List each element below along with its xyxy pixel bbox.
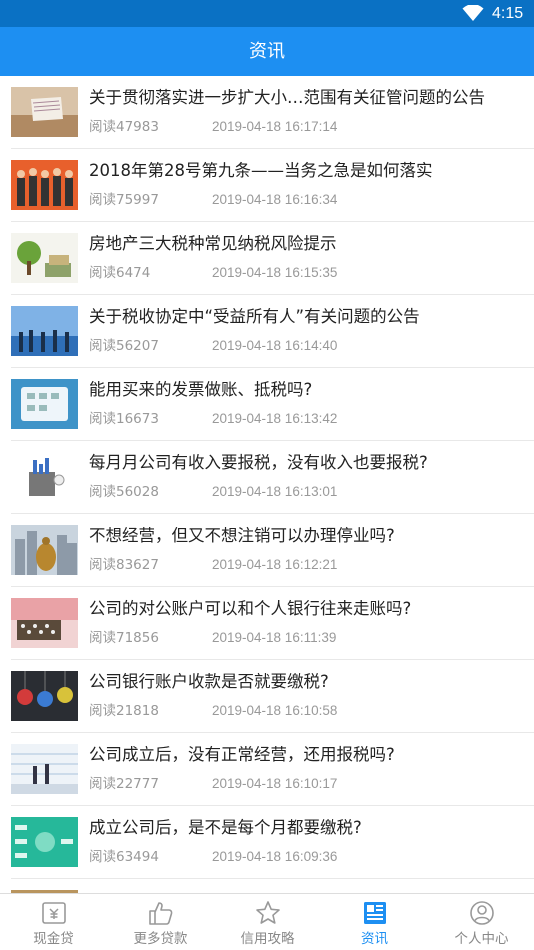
article-date: 2019-04-18 16:10:17 [212,776,338,791]
bottom-tab-bar: 现金贷 更多贷款 信用攻略 资讯 个人中心 [0,893,534,950]
list-item[interactable]: 公司银行账户收款是否就要缴税? 阅读21818 2019-04-18 16:10… [0,660,534,733]
read-count: 阅读56207 [89,338,159,354]
read-count: 阅读6474 [89,265,151,281]
read-count: 阅读83627 [89,557,159,573]
article-title: 房地产三大税种常见纳税风险提示 [89,234,337,253]
tab-cash-loan[interactable]: 现金贷 [0,894,107,950]
read-count: 阅读71856 [89,630,159,646]
read-count: 阅读16673 [89,411,159,427]
read-count: 阅读56028 [89,484,159,500]
read-count: 阅读47983 [89,119,159,135]
page-title: 资讯 [249,41,285,62]
article-title: 公司银行账户收款是否就要缴税? [89,672,329,691]
list-item[interactable]: 关于税收协定中“受益所有人”有关问题的公告 阅读56207 2019-04-18… [0,295,534,368]
app-bar: 资讯 [0,27,534,76]
star-icon [256,901,280,924]
read-count: 阅读63494 [89,849,159,865]
article-date: 2019-04-18 16:10:58 [212,703,338,718]
article-thumbnail [11,744,78,794]
list-item[interactable]: 不想经营，但又不想注销可以办理停业吗? 阅读83627 2019-04-18 1… [0,514,534,587]
status-bar: 4:15 [0,0,534,27]
list-item[interactable]: 公司的对公账户可以和个人银行往来走账吗? 阅读71856 2019-04-18 … [0,587,534,660]
article-title: 能用买来的发票做账、抵税吗? [89,380,313,399]
article-date: 2019-04-18 16:11:39 [212,630,337,645]
article-title: 关于贯彻落实进一步扩大小…范围有关征管问题的公告 [89,88,485,107]
tab-label: 资讯 [361,931,388,947]
thumbs-up-icon [149,902,173,925]
read-count: 阅读22777 [89,776,159,792]
article-date: 2019-04-18 16:09:36 [212,849,338,864]
article-title: 关于税收协定中“受益所有人”有关问题的公告 [89,307,420,326]
tab-credit-guide[interactable]: 信用攻略 [214,894,321,950]
article-date: 2019-04-18 16:12:21 [212,557,338,572]
article-thumbnail [11,452,78,502]
list-item[interactable]: 房地产三大税种常见纳税风险提示 阅读6474 2019-04-18 16:15:… [0,222,534,295]
article-thumbnail [11,598,78,648]
tab-label: 个人中心 [454,931,509,947]
list-item[interactable]: 每月月公司有收入要报税，没有收入也要报税? 阅读56028 2019-04-18… [0,441,534,514]
article-title: 公司成立后，没有正常经营，还用报税吗? [89,745,395,764]
read-count: 阅读75997 [89,192,159,208]
article-thumbnail [11,160,78,210]
status-time: 4:15 [492,5,524,22]
list-item[interactable] [0,879,534,893]
article-title: 每月月公司有收入要报税，没有收入也要报税? [89,453,428,472]
article-title: 成立公司后，是不是每个月都要缴税? [89,818,362,837]
list-item[interactable]: 成立公司后，是不是每个月都要缴税? 阅读63494 2019-04-18 16:… [0,806,534,879]
list-item[interactable]: 2018年第28号第九条——当务之急是如何落实 阅读75997 2019-04-… [0,149,534,222]
news-icon [364,902,386,924]
user-icon [470,901,494,925]
article-title: 2018年第28号第九条——当务之急是如何落实 [89,161,433,180]
tab-profile[interactable]: 个人中心 [428,894,534,950]
list-item[interactable]: 关于贯彻落实进一步扩大小…范围有关征管问题的公告 阅读47983 2019-04… [0,76,534,149]
read-count: 阅读21818 [89,703,159,719]
tab-more-loans[interactable]: 更多贷款 [107,894,214,950]
article-list[interactable]: 关于贯彻落实进一步扩大小…范围有关征管问题的公告 阅读47983 2019-04… [0,76,534,893]
cash-icon [42,902,66,924]
article-date: 2019-04-18 16:15:35 [212,265,338,280]
article-thumbnail [11,87,78,137]
article-title: 不想经营，但又不想注销可以办理停业吗? [89,526,395,545]
list-item[interactable]: 能用买来的发票做账、抵税吗? 阅读16673 2019-04-18 16:13:… [0,368,534,441]
tab-news[interactable]: 资讯 [321,894,428,950]
article-date: 2019-04-18 16:14:40 [212,338,338,353]
article-thumbnail [11,525,78,575]
wifi-icon [462,5,484,21]
tab-label: 现金贷 [33,931,74,947]
tab-label: 信用攻略 [240,931,295,947]
article-thumbnail [11,306,78,356]
article-date: 2019-04-18 16:17:14 [212,119,338,134]
article-thumbnail [11,817,78,867]
article-date: 2019-04-18 16:13:01 [212,484,338,499]
article-title: 公司的对公账户可以和个人银行往来走账吗? [89,599,412,618]
article-date: 2019-04-18 16:13:42 [212,411,338,426]
article-thumbnail [11,671,78,721]
list-item[interactable]: 公司成立后，没有正常经营，还用报税吗? 阅读22777 2019-04-18 1… [0,733,534,806]
article-date: 2019-04-18 16:16:34 [212,192,338,207]
tab-label: 更多贷款 [133,931,188,947]
article-thumbnail [11,233,78,283]
article-thumbnail [11,379,78,429]
